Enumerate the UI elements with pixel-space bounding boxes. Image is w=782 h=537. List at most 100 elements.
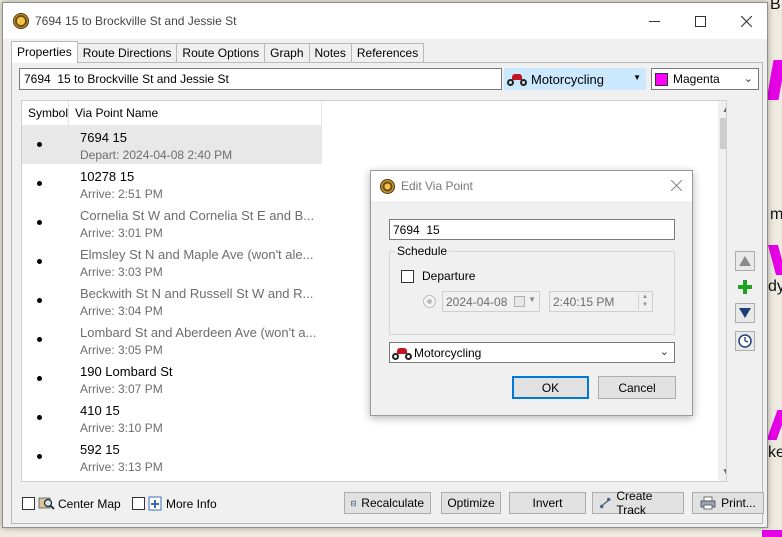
map-label: ke [768, 444, 782, 461]
calendar-icon [514, 296, 525, 307]
list-header: Symbol Via Point Name [22, 101, 322, 125]
bullet-icon [37, 181, 42, 186]
list-item[interactable]: Cornelia St W and Cornelia St E and B...… [22, 203, 322, 242]
move-up-button[interactable] [735, 251, 755, 271]
list-item[interactable]: 10278 15 Arrive: 2:51 PM [22, 164, 322, 203]
add-via-point-button[interactable] [735, 277, 755, 297]
center-map-option[interactable]: Center Map [22, 496, 121, 511]
via-point-time: Arrive: 3:07 PM [80, 382, 163, 396]
departure-date-value: 2024-04-08 [446, 295, 508, 309]
departure-date-picker: 2024-04-08 ▼ [442, 291, 540, 312]
document-plus-icon [148, 496, 162, 511]
route-name-input[interactable] [19, 68, 502, 90]
calculator-icon [351, 500, 357, 506]
maximize-button[interactable] [677, 3, 723, 39]
scroll-up-icon[interactable]: ▲ [718, 101, 726, 118]
via-point-time: Arrive: 3:05 PM [80, 343, 163, 357]
more-info-option[interactable]: More Info [132, 496, 217, 511]
dropdown-arrow-icon: ▼ [528, 295, 536, 304]
tab-references[interactable]: References [350, 43, 425, 63]
print-button[interactable]: Print... [692, 492, 764, 514]
chevron-down-icon: ⌄ [659, 346, 669, 358]
recalculate-label: Recalculate [361, 496, 424, 510]
more-info-label: More Info [166, 496, 217, 511]
bullet-icon [37, 220, 42, 225]
list-item[interactable]: 7694 15 Depart: 2024-04-08 2:40 PM [22, 125, 322, 164]
triangle-up-icon [739, 256, 751, 266]
bullet-icon [37, 454, 42, 459]
tab-route-options[interactable]: Route Options [176, 43, 266, 63]
dialog-title-bar[interactable]: Edit Via Point [371, 171, 692, 201]
via-point-time: Arrive: 3:13 PM [80, 460, 163, 474]
create-track-button[interactable]: Create Track [592, 489, 684, 517]
schedule-button[interactable] [735, 331, 755, 351]
tab-notes[interactable]: Notes [308, 43, 352, 63]
create-track-label: Create Track [616, 489, 653, 517]
route-color-select[interactable]: Magenta ⌄ [651, 68, 759, 90]
clock-icon [738, 334, 752, 348]
departure-time-value: 2:40:15 PM [553, 295, 615, 309]
scroll-thumb[interactable] [720, 118, 726, 149]
tab-properties[interactable]: Properties [11, 41, 78, 63]
window-title: 7694 15 to Brockville St and Jessie St [35, 14, 237, 28]
column-header-symbol[interactable]: Symbol [22, 101, 69, 125]
via-point-name: 10278 15 [80, 169, 135, 184]
center-map-checkbox[interactable] [22, 497, 35, 510]
bullet-icon [37, 142, 42, 147]
app-logo-icon [13, 13, 29, 29]
tab-strip: Properties Route Directions Route Option… [11, 41, 425, 63]
triangle-down-icon [739, 308, 751, 318]
dialog-close-button[interactable] [670, 176, 683, 194]
departure-radio [423, 295, 436, 308]
via-point-name: 190 Lombard St [80, 364, 173, 379]
close-icon [670, 179, 683, 192]
departure-option[interactable]: Departure [401, 269, 475, 283]
move-down-button[interactable] [735, 303, 755, 323]
edit-via-point-dialog: Edit Via Point Schedule Departure 2024-0… [370, 170, 693, 416]
tab-route-directions[interactable]: Route Directions [76, 43, 178, 63]
via-point-name-input[interactable] [389, 219, 675, 240]
map-label: m [770, 206, 782, 223]
via-point-mode-value: Motorcycling [414, 345, 482, 360]
route-color-value: Magenta [673, 72, 720, 86]
via-point-mode-select[interactable]: Motorcycling ⌄ [389, 342, 675, 363]
motorcycle-icon [392, 346, 412, 360]
invert-button[interactable]: Invert [509, 492, 586, 514]
recalculate-button[interactable]: Recalculate [344, 492, 431, 514]
list-item[interactable]: Elmsley St N and Maple Ave (won't ale...… [22, 242, 322, 281]
tab-graph[interactable]: Graph [264, 43, 310, 63]
departure-checkbox[interactable] [401, 269, 414, 283]
schedule-label: Schedule [395, 244, 450, 258]
close-icon [740, 15, 752, 27]
departure-label: Departure [422, 269, 476, 283]
more-info-checkbox[interactable] [132, 497, 145, 510]
transport-mode-value: Motorcycling [531, 71, 604, 87]
transport-mode-select[interactable]: Motorcycling ▼ [504, 68, 646, 90]
ok-button[interactable]: OK [512, 376, 589, 399]
list-item[interactable]: Lombard St and Aberdeen Ave (won't a... A… [22, 320, 322, 359]
maximize-icon [694, 15, 706, 27]
scroll-down-icon[interactable]: ▼ [718, 464, 726, 481]
via-point-time: Depart: 2024-04-08 2:40 PM [80, 148, 233, 162]
bullet-icon [37, 376, 42, 381]
departure-time-picker: 2:40:15 PM ▲ ▼ [549, 291, 653, 312]
via-point-name: 410 15 [80, 403, 120, 418]
map-label: dy [768, 278, 782, 295]
via-point-name: 7694 15 [80, 130, 127, 145]
list-item[interactable]: Beckwith St N and Russell St W and R... A… [22, 281, 322, 320]
column-header-via-point-name[interactable]: Via Point Name [69, 101, 322, 125]
center-map-label: Center Map [58, 496, 121, 511]
cancel-button[interactable]: Cancel [598, 376, 676, 399]
list-item[interactable]: 190 Lombard St Arrive: 3:07 PM [22, 359, 322, 398]
list-item[interactable]: 592 15 Arrive: 3:13 PM [22, 437, 322, 476]
minimize-button[interactable] [631, 3, 677, 39]
list-item[interactable]: 410 15 Arrive: 3:10 PM [22, 398, 322, 437]
title-bar[interactable]: 7694 15 to Brockville St and Jessie St [3, 3, 767, 39]
via-point-time: Arrive: 3:03 PM [80, 265, 163, 279]
close-button[interactable] [723, 3, 769, 39]
dialog-title: Edit Via Point [401, 179, 473, 193]
bullet-icon [37, 415, 42, 420]
vertical-scrollbar[interactable]: ▲ ▼ [718, 101, 726, 481]
optimize-button[interactable]: Optimize [441, 492, 501, 514]
bullet-icon [37, 337, 42, 342]
